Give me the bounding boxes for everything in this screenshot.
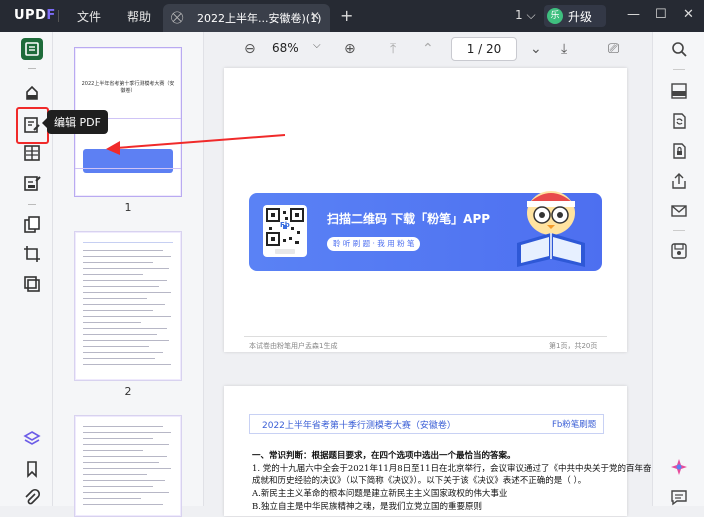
tab-count-value: 1 bbox=[515, 8, 523, 22]
ocr-icon[interactable] bbox=[670, 82, 688, 100]
menu-help[interactable]: 帮助 bbox=[127, 8, 151, 25]
thumbnail-panel: 2022上半年省考第十季行测模考大赛（安徽卷） 1 2 bbox=[53, 32, 204, 517]
attachment-icon[interactable] bbox=[21, 488, 43, 510]
tab-title: 2022上半年...安徽卷)(1) bbox=[197, 12, 322, 25]
tab-count[interactable]: 1 ⌵ bbox=[515, 8, 536, 23]
minimize-icon[interactable]: — bbox=[627, 7, 640, 22]
divider bbox=[58, 10, 59, 22]
thumbnail-page-number: 1 bbox=[124, 201, 132, 214]
presentation-icon[interactable]: ⎚ bbox=[608, 41, 619, 57]
stack-icon[interactable] bbox=[21, 428, 43, 450]
zoom-level[interactable]: 68% bbox=[272, 41, 299, 55]
pdf-page-2: 2022上半年省考第十季行测模考大赛（安徽卷） Fb粉笔刷题 一、常识判断：根据… bbox=[224, 386, 677, 516]
share-icon[interactable] bbox=[670, 172, 688, 190]
page-footer-number: 第1页，共20页 bbox=[549, 342, 598, 350]
avatar: 乐 bbox=[547, 8, 563, 24]
left-toolbar bbox=[0, 32, 53, 506]
next-page-icon[interactable]: ⌄ bbox=[530, 41, 542, 57]
last-page-icon[interactable]: ⤓ bbox=[561, 41, 567, 57]
form-icon[interactable] bbox=[21, 142, 43, 164]
divider bbox=[673, 230, 685, 231]
close-tab-icon[interactable]: ✕ bbox=[310, 9, 320, 23]
reader-mode-icon[interactable] bbox=[21, 38, 43, 60]
page-indicator[interactable]: 1 / 20 bbox=[451, 37, 517, 61]
comment-icon[interactable] bbox=[21, 82, 43, 104]
document-tab[interactable]: ⛒ 2022上半年...安徽卷)(1) ✕ bbox=[163, 4, 330, 32]
first-page-icon[interactable]: ⤒ bbox=[390, 41, 396, 57]
thumbnail-page-number: 2 bbox=[124, 385, 132, 398]
organize-pages-icon[interactable] bbox=[21, 214, 43, 236]
divider bbox=[75, 168, 181, 169]
mascot-illustration bbox=[511, 181, 591, 273]
zoom-dropdown-icon[interactable]: ⌵ bbox=[313, 40, 321, 51]
right-toolbar bbox=[652, 32, 704, 506]
divider bbox=[673, 69, 685, 70]
search-icon[interactable] bbox=[670, 40, 688, 58]
view-toolbar: ⊖ 68% ⌵ ⊕ ⤒ ⌃ 1 / 20 ⌄ ⤓ ⎚ bbox=[204, 32, 652, 66]
thumbnail-title: 2022上半年省考第十季行测模考大赛（安徽卷） bbox=[81, 81, 175, 94]
qr-brand-mark: Fb bbox=[280, 221, 290, 229]
crop-icon[interactable] bbox=[21, 243, 43, 265]
ai-assistant-icon[interactable] bbox=[670, 458, 688, 476]
save-icon[interactable] bbox=[670, 242, 688, 260]
layers-icon[interactable] bbox=[21, 273, 43, 295]
page-footer-note: 本试卷由粉笔用户孟森1生成 bbox=[249, 342, 338, 350]
banner-title: 扫描二维码 下载「粉笔」APP bbox=[327, 212, 491, 226]
maximize-icon[interactable]: ☐ bbox=[655, 7, 667, 22]
divider bbox=[244, 336, 607, 337]
divider bbox=[28, 204, 36, 205]
section-heading: 一、常识判断：根据题目要求，在四个选项中选出一个最恰当的答案。 bbox=[252, 451, 516, 461]
bookmark-icon[interactable] bbox=[21, 458, 43, 480]
brand-label: Fb粉笔刷题 bbox=[552, 420, 597, 430]
qr-code bbox=[263, 205, 307, 257]
previous-page-icon[interactable]: ⌃ bbox=[422, 41, 434, 57]
sign-icon[interactable] bbox=[21, 172, 43, 194]
page-thumbnail-2[interactable] bbox=[74, 231, 182, 381]
current-page-input[interactable]: 1 bbox=[467, 42, 475, 56]
annotation-arrow bbox=[106, 134, 286, 155]
convert-icon[interactable] bbox=[670, 112, 688, 130]
app-download-banner: Fb 扫描二维码 下载「粉笔」APP 聆 听 刷 题 · 我 用 粉 笔 bbox=[249, 191, 602, 271]
close-window-icon[interactable]: ✕ bbox=[683, 7, 694, 22]
upgrade-button[interactable]: 乐 升级 bbox=[544, 5, 606, 27]
email-icon[interactable] bbox=[670, 202, 688, 220]
menu-file[interactable]: 文件 bbox=[77, 8, 101, 25]
zoom-in-icon[interactable]: ⊕ bbox=[344, 41, 356, 57]
title-bar: UPDF 文件 帮助 ⛒ 2022上半年...安徽卷)(1) ✕ + 1 ⌵ 乐… bbox=[0, 0, 704, 32]
exam-title: 2022上半年省考第十季行测模考大赛（安徽卷） bbox=[262, 421, 456, 431]
app-logo: UPDF bbox=[14, 8, 56, 23]
banner-slogan: 聆 听 刷 题 · 我 用 粉 笔 bbox=[327, 237, 421, 251]
total-pages: 20 bbox=[486, 42, 502, 56]
option-b: B.独立自主是中华民族精神之魂，是我们立党立国的重要原则 bbox=[252, 502, 482, 512]
page-thumbnail-3[interactable] bbox=[74, 415, 182, 517]
upgrade-label: 升级 bbox=[568, 10, 593, 24]
divider bbox=[28, 68, 36, 69]
question-text: 成就和历史经验的决议》（以下简称《决议》）。以下关于该《决议》表述不正确的是（ … bbox=[252, 476, 587, 486]
page-header: 2022上半年省考第十季行测模考大赛（安徽卷） Fb粉笔刷题 bbox=[249, 414, 604, 434]
zoom-out-icon[interactable]: ⊖ bbox=[244, 41, 256, 57]
option-a: A.新民主主义革命的根本问题是建立新民主主义国家政权的伟大事业 bbox=[252, 489, 508, 499]
protect-icon[interactable] bbox=[670, 142, 688, 160]
new-tab-icon[interactable]: + bbox=[340, 6, 353, 25]
pdf-page-1: Fb 扫描二维码 下载「粉笔」APP 聆 听 刷 题 · 我 用 粉 笔 本试卷… bbox=[224, 68, 627, 352]
edit-pdf-tooltip: 编辑 PDF bbox=[42, 110, 108, 134]
comment-list-icon[interactable] bbox=[670, 488, 688, 506]
tab-icon: ⛒ bbox=[171, 10, 184, 24]
question-text: 1. 党的十九届六中全会于2021年11月8日至11日在北京举行，会议审议通过了… bbox=[252, 464, 677, 474]
